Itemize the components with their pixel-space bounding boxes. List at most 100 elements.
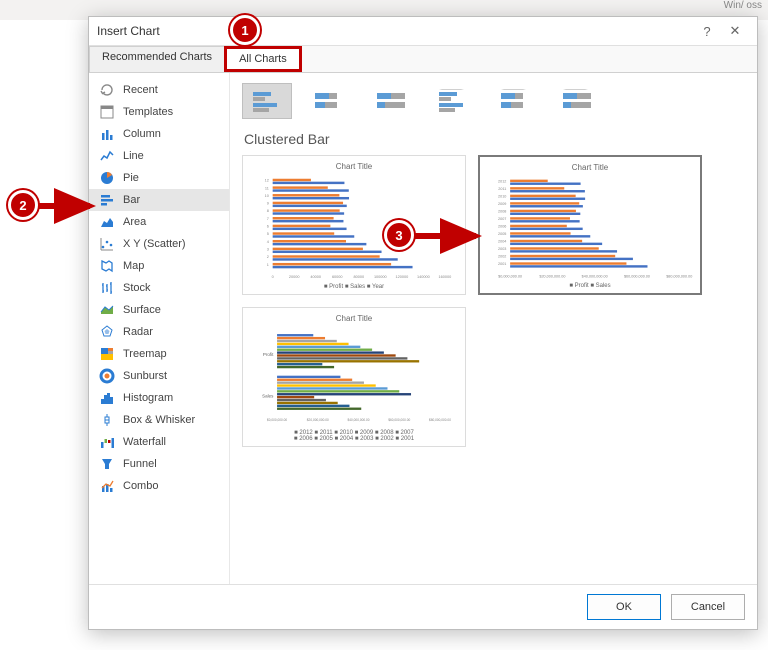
subtype-title: Clustered Bar	[244, 131, 745, 147]
preview-legend: ■ Profit ■ Sales	[484, 283, 696, 289]
templates-icon	[99, 104, 115, 120]
chart-preview-3[interactable]: Chart TitleProfitSales$0,000,000.00$20,0…	[242, 307, 466, 447]
nav-item-map[interactable]: Map	[89, 255, 229, 277]
nav-item-stock[interactable]: Stock	[89, 277, 229, 299]
svg-text:Profit: Profit	[263, 352, 274, 357]
svg-text:160000: 160000	[439, 275, 452, 279]
nav-item-bar[interactable]: Bar	[89, 189, 229, 211]
svg-text:2011: 2011	[498, 187, 506, 191]
nav-item-label: Waterfall	[123, 436, 166, 448]
svg-text:$60,000,000.00: $60,000,000.00	[388, 418, 410, 422]
subtype-stacked100[interactable]	[366, 83, 416, 119]
recent-icon	[99, 82, 115, 98]
histogram-icon	[99, 390, 115, 406]
help-button[interactable]: ?	[693, 24, 721, 39]
bar-icon	[99, 192, 115, 208]
svg-text:2008: 2008	[498, 210, 506, 214]
nav-item-label: Histogram	[123, 392, 173, 404]
nav-item-label: Combo	[123, 480, 158, 492]
svg-text:$40,000,000.00: $40,000,000.00	[348, 418, 370, 422]
svg-text:11: 11	[265, 186, 269, 190]
svg-text:100000: 100000	[374, 275, 387, 279]
nav-item-column[interactable]: Column	[89, 123, 229, 145]
nav-item-label: Templates	[123, 106, 173, 118]
nav-item-label: X Y (Scatter)	[123, 238, 186, 250]
nav-item-label: Stock	[123, 282, 151, 294]
nav-item-pie[interactable]: Pie	[89, 167, 229, 189]
subtype-row	[242, 83, 745, 119]
nav-item-treemap[interactable]: Treemap	[89, 343, 229, 365]
stock-icon	[99, 280, 115, 296]
pie-icon	[99, 170, 115, 186]
nav-item-box[interactable]: Box & Whisker	[89, 409, 229, 431]
funnel-icon	[99, 456, 115, 472]
nav-item-sunburst[interactable]: Sunburst	[89, 365, 229, 387]
nav-item-radar[interactable]: Radar	[89, 321, 229, 343]
nav-item-label: Funnel	[123, 458, 157, 470]
nav-item-histogram[interactable]: Histogram	[89, 387, 229, 409]
subtype-stacked1003d[interactable]	[552, 83, 602, 119]
chart-preview-1[interactable]: Chart Title12111098765432102000040000600…	[242, 155, 466, 295]
nav-item-label: Treemap	[123, 348, 167, 360]
svg-text:2: 2	[267, 255, 269, 259]
preview-legend: ■ 2012 ■ 2011 ■ 2010 ■ 2009 ■ 2008 ■ 200…	[247, 430, 461, 442]
nav-item-templates[interactable]: Templates	[89, 101, 229, 123]
callout-2: 2	[8, 190, 38, 220]
surface-icon	[99, 302, 115, 318]
nav-item-xy[interactable]: X Y (Scatter)	[89, 233, 229, 255]
svg-text:7: 7	[267, 217, 269, 221]
svg-text:40000: 40000	[310, 275, 321, 279]
svg-text:2007: 2007	[498, 217, 506, 221]
svg-text:2005: 2005	[498, 232, 506, 236]
subtype-clustered[interactable]	[242, 83, 292, 119]
svg-text:8: 8	[267, 209, 269, 213]
svg-text:9: 9	[267, 202, 269, 206]
svg-text:$0,000,000.00: $0,000,000.00	[498, 274, 522, 278]
preview-grid: Chart Title12111098765432102000040000600…	[242, 155, 745, 447]
chart-main-panel: Clustered Bar Chart Title121110987654321…	[230, 73, 757, 584]
svg-text:6: 6	[267, 225, 269, 229]
svg-text:$40,000,000.00: $40,000,000.00	[582, 274, 608, 278]
svg-text:5: 5	[267, 232, 269, 236]
svg-text:10: 10	[265, 194, 269, 198]
titlebar: Insert Chart ? ✕	[89, 17, 757, 46]
nav-item-funnel[interactable]: Funnel	[89, 453, 229, 475]
combo-icon	[99, 478, 115, 494]
svg-text:Sales: Sales	[262, 393, 274, 398]
dialog-footer: OK Cancel	[89, 584, 757, 629]
nav-item-combo[interactable]: Combo	[89, 475, 229, 497]
svg-text:2002: 2002	[498, 255, 506, 259]
nav-item-waterfall[interactable]: Waterfall	[89, 431, 229, 453]
callout-3: 3	[384, 220, 414, 250]
svg-text:$20,000,000.00: $20,000,000.00	[307, 418, 329, 422]
nav-item-label: Sunburst	[123, 370, 167, 382]
column-icon	[99, 126, 115, 142]
nav-item-area[interactable]: Area	[89, 211, 229, 233]
nav-item-line[interactable]: Line	[89, 145, 229, 167]
chart-preview-2[interactable]: Chart Title20122011201020092008200720062…	[478, 155, 702, 295]
nav-item-label: Column	[123, 128, 161, 140]
nav-item-recent[interactable]: Recent	[89, 79, 229, 101]
close-button[interactable]: ✕	[721, 23, 749, 39]
nav-item-label: Map	[123, 260, 144, 272]
svg-text:2003: 2003	[498, 247, 506, 251]
box-icon	[99, 412, 115, 428]
tab-recommended[interactable]: Recommended Charts	[89, 46, 225, 72]
svg-text:140000: 140000	[417, 275, 430, 279]
subtype-clustered3d[interactable]	[428, 83, 478, 119]
tab-all-charts[interactable]: All Charts	[224, 46, 302, 72]
insert-chart-dialog: Insert Chart ? ✕ Recommended Charts All …	[88, 16, 758, 630]
ok-button[interactable]: OK	[587, 594, 661, 620]
nav-item-label: Surface	[123, 304, 161, 316]
subtype-stacked[interactable]	[304, 83, 354, 119]
chart-type-nav: Recent Templates Column LinePieBarArea X Y (…	[89, 73, 230, 584]
cancel-button[interactable]: Cancel	[671, 594, 745, 620]
preview-legend: ■ Profit ■ Sales ■ Year	[247, 284, 461, 290]
svg-text:$60,000,000.00: $60,000,000.00	[624, 274, 650, 278]
arrow-2	[38, 196, 98, 219]
subtype-stacked3d[interactable]	[490, 83, 540, 119]
preview-title: Chart Title	[247, 162, 461, 171]
dialog-title: Insert Chart	[97, 24, 693, 38]
background-text: Win/ oss	[724, 0, 762, 11]
nav-item-surface[interactable]: Surface	[89, 299, 229, 321]
